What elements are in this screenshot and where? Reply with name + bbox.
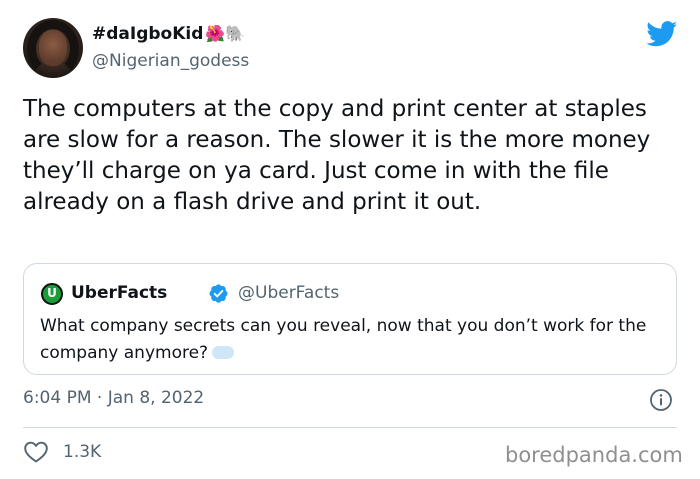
thought-bubble-icon (212, 346, 235, 359)
author-handle[interactable]: @Nigerian_godess (92, 51, 249, 71)
quoted-handle: @UberFacts (238, 283, 340, 303)
info-icon[interactable] (649, 388, 673, 412)
author-name-text: #daIgboKid (92, 24, 204, 44)
quoted-text-block: What company secrets can you reveal, now… (40, 313, 660, 367)
boredpanda-watermark: boredpanda.com (505, 443, 683, 467)
uberfacts-logo-icon: U (41, 283, 63, 305)
verified-badge-icon (209, 284, 228, 303)
quoted-tweet-text: What company secrets can you reveal, now… (40, 316, 647, 363)
author-avatar[interactable] (23, 18, 83, 78)
heart-icon (24, 441, 48, 463)
quoted-logo-letter: U (47, 286, 57, 300)
like-button[interactable]: 1.3K (23, 440, 101, 464)
twitter-bird-icon[interactable] (646, 21, 678, 47)
author-name-emojis: 🌺🐘 (205, 24, 246, 43)
avatar-face (39, 30, 67, 66)
tweet-timestamp[interactable]: 6:04 PM · Jan 8, 2022 (23, 388, 204, 408)
author-display-name[interactable]: #daIgboKid 🌺🐘 (92, 24, 245, 44)
like-count: 1.3K (63, 442, 102, 462)
tweet-text: The computers at the copy and print cent… (23, 96, 651, 215)
quoted-tweet-card[interactable]: U UberFacts @UberFacts What company secr… (23, 263, 677, 375)
quoted-display-name: UberFacts (71, 283, 168, 303)
divider (23, 427, 677, 428)
